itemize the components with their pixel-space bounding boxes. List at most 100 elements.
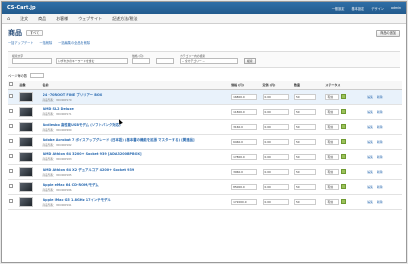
- status-select[interactable]: 有効: [325, 123, 340, 130]
- row-checkbox[interactable]: [9, 124, 13, 128]
- home-icon[interactable]: ⌂: [7, 16, 10, 22]
- row-checkbox[interactable]: [9, 109, 13, 113]
- search-button[interactable]: 検索: [244, 58, 256, 64]
- add-product-button[interactable]: 商品の追加: [376, 29, 400, 37]
- top-link-admin[interactable]: admin: [391, 6, 401, 10]
- bulk-delete-link[interactable]: 一括削除: [40, 40, 53, 45]
- product-thumbnail[interactable]: [19, 136, 34, 147]
- edit-link[interactable]: 編集: [367, 140, 373, 144]
- price-input[interactable]: 85000.0: [231, 183, 258, 190]
- row-checkbox[interactable]: [9, 94, 13, 98]
- delete-link[interactable]: 削除: [377, 185, 383, 189]
- price-input[interactable]: 6460.0: [231, 138, 258, 145]
- product-name-link[interactable]: AMD SL2 Deluxe: [43, 107, 221, 111]
- price-input[interactable]: 3960.0: [231, 168, 258, 175]
- quantity-input[interactable]: 50: [293, 153, 316, 160]
- product-thumbnail[interactable]: [19, 196, 34, 207]
- row-checkbox[interactable]: [9, 139, 13, 143]
- col-qty[interactable]: 数量: [292, 81, 325, 90]
- product-name-link[interactable]: AMD Athlon 64 X2 デュアルコア 4200+ Socket 939: [43, 167, 221, 172]
- status-select[interactable]: 有効: [325, 198, 340, 205]
- menu-item-website[interactable]: ウェブサイト: [78, 16, 102, 22]
- status-select[interactable]: 有効: [325, 168, 340, 175]
- gear-icon[interactable]: [341, 139, 347, 144]
- row-checkbox[interactable]: [9, 169, 13, 173]
- edit-link[interactable]: 編集: [367, 110, 373, 114]
- quantity-input[interactable]: 50: [293, 138, 316, 145]
- row-checkbox[interactable]: [9, 184, 13, 188]
- edit-link[interactable]: 編集: [367, 185, 373, 189]
- product-thumbnail[interactable]: [19, 106, 34, 117]
- list-price-input[interactable]: 0.00: [262, 123, 289, 130]
- menu-item-orders[interactable]: 注文: [20, 16, 28, 22]
- edit-link[interactable]: 編集: [367, 170, 373, 174]
- price-input[interactable]: 172000.0: [231, 198, 258, 205]
- row-checkbox[interactable]: [9, 199, 13, 203]
- gear-icon[interactable]: [341, 109, 347, 114]
- gear-icon[interactable]: [341, 169, 347, 174]
- product-name-link[interactable]: AMD Athlon 64 3200+ Socket 939 [ADA3200B…: [43, 152, 221, 156]
- price-input[interactable]: 17800.0: [231, 153, 258, 160]
- delete-link[interactable]: 削除: [377, 125, 383, 129]
- gear-icon[interactable]: [341, 184, 347, 189]
- bulk-edit-link[interactable]: 一括編集の全品を削除: [58, 40, 90, 45]
- product-thumbnail[interactable]: [19, 121, 34, 132]
- quantity-input[interactable]: 50: [293, 183, 316, 190]
- delete-link[interactable]: 削除: [377, 155, 383, 159]
- edit-link[interactable]: 編集: [367, 200, 373, 204]
- status-select[interactable]: 有効: [325, 153, 340, 160]
- list-price-input[interactable]: 0.00: [262, 198, 289, 205]
- product-name-link[interactable]: Apple iMac G5 1.8GHz 17インチモデル: [43, 197, 221, 202]
- gear-icon[interactable]: [341, 199, 347, 204]
- top-link-general[interactable]: 一般設定: [332, 6, 345, 11]
- product-thumbnail[interactable]: [19, 166, 34, 177]
- product-thumbnail[interactable]: [19, 91, 34, 102]
- per-page-select[interactable]: [30, 72, 45, 78]
- delete-link[interactable]: 削除: [377, 110, 383, 114]
- col-status[interactable]: ステータス: [324, 81, 367, 90]
- quantity-input[interactable]: 50: [293, 123, 316, 130]
- edit-link[interactable]: 編集: [367, 155, 373, 159]
- quantity-input[interactable]: 50: [293, 93, 316, 100]
- row-checkbox[interactable]: [9, 154, 13, 158]
- gear-icon[interactable]: [341, 124, 347, 129]
- quantity-input[interactable]: 50: [293, 108, 316, 115]
- keyword-input[interactable]: [12, 58, 52, 64]
- status-select[interactable]: 有効: [325, 138, 340, 145]
- delete-link[interactable]: 削除: [377, 95, 383, 99]
- product-thumbnail[interactable]: [19, 151, 34, 162]
- list-price-input[interactable]: 0.00: [262, 108, 289, 115]
- product-name-link[interactable]: Apple eMac 64 CD-ROM/モデム: [43, 182, 221, 187]
- product-filter-dropdown[interactable]: すべて: [26, 30, 44, 36]
- menu-item-customers[interactable]: お客様: [56, 16, 68, 22]
- col-name[interactable]: 名前: [41, 81, 231, 90]
- quantity-input[interactable]: 50: [293, 198, 316, 205]
- status-select[interactable]: 有効: [325, 93, 340, 100]
- list-price-input[interactable]: 0.00: [262, 168, 289, 175]
- price-input[interactable]: 16800.0: [231, 93, 258, 100]
- product-name-link[interactable]: Adobe Acrobat 7 ボイスアップグレード (日本語) (基本書の機能…: [43, 137, 221, 142]
- match-select[interactable]: いずれかのキーワードを含む: [56, 58, 128, 64]
- menu-item-tax[interactable]: 記述方法/税法: [112, 16, 137, 22]
- top-link-design[interactable]: デザイン: [371, 6, 384, 11]
- price-input[interactable]: 3160.0: [231, 123, 258, 130]
- menu-item-products[interactable]: 商品: [38, 16, 46, 22]
- list-price-input[interactable]: 0.00: [262, 138, 289, 145]
- delete-link[interactable]: 削除: [377, 200, 383, 204]
- product-thumbnail[interactable]: [19, 181, 34, 192]
- col-list-price[interactable]: 定価 (円): [261, 81, 293, 90]
- gear-icon[interactable]: [341, 94, 347, 99]
- list-price-input[interactable]: 0.00: [262, 93, 289, 100]
- quantity-input[interactable]: 50: [293, 168, 316, 175]
- price-to-input[interactable]: [156, 58, 174, 64]
- bulk-update-link[interactable]: 一括アップデート: [8, 40, 34, 45]
- delete-link[interactable]: 削除: [377, 170, 383, 174]
- delete-link[interactable]: 削除: [377, 140, 383, 144]
- edit-link[interactable]: 編集: [367, 125, 373, 129]
- product-name-link[interactable]: Acdlesbo 高性能USBモデム (ソフトバンク対応): [43, 122, 221, 127]
- col-price[interactable]: 価格 (円): [230, 81, 262, 90]
- logo[interactable]: CS-Cart.jp: [7, 5, 36, 11]
- status-select[interactable]: 有効: [325, 183, 340, 190]
- edit-link[interactable]: 編集: [367, 95, 373, 99]
- price-input[interactable]: 11800.0: [231, 108, 258, 115]
